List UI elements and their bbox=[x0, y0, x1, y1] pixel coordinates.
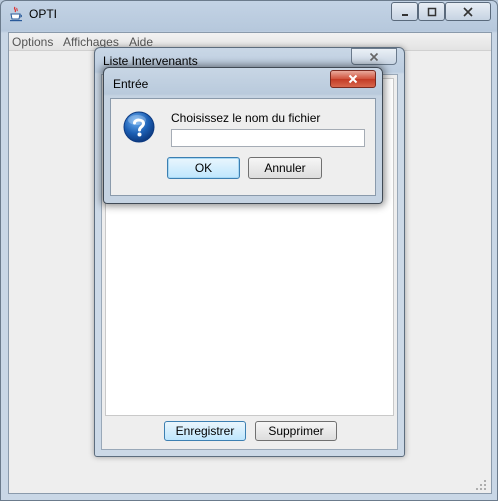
question-icon bbox=[123, 111, 155, 143]
close-icon bbox=[348, 74, 358, 84]
resize-grip-icon[interactable] bbox=[475, 479, 487, 491]
menu-options[interactable]: Options bbox=[12, 35, 53, 49]
close-icon bbox=[369, 52, 379, 61]
dialog-client: Choisissez le nom du fichier OK Annuler bbox=[110, 98, 376, 196]
close-icon bbox=[463, 6, 473, 17]
ok-button[interactable]: OK bbox=[167, 157, 240, 179]
maximize-button[interactable] bbox=[418, 2, 445, 21]
save-button[interactable]: Enregistrer bbox=[164, 421, 246, 441]
list-window-title: Liste Intervenants bbox=[103, 54, 198, 68]
dialog-message: Choisissez le nom du fichier bbox=[171, 111, 321, 125]
dialog-close-button[interactable] bbox=[330, 70, 376, 88]
minimize-icon bbox=[401, 13, 408, 16]
input-dialog: Entrée Choisissez le nom du fichier OK A… bbox=[103, 67, 383, 204]
cancel-button[interactable]: Annuler bbox=[248, 157, 322, 179]
delete-button[interactable]: Supprimer bbox=[255, 421, 337, 441]
filename-input[interactable] bbox=[171, 129, 365, 147]
close-button[interactable] bbox=[445, 2, 491, 21]
window-title: OPTI bbox=[29, 7, 58, 21]
list-close-button[interactable] bbox=[351, 48, 397, 65]
dialog-title: Entrée bbox=[113, 77, 149, 91]
java-cup-icon bbox=[10, 6, 22, 22]
minimize-button[interactable] bbox=[391, 2, 418, 21]
maximize-icon bbox=[427, 7, 436, 16]
